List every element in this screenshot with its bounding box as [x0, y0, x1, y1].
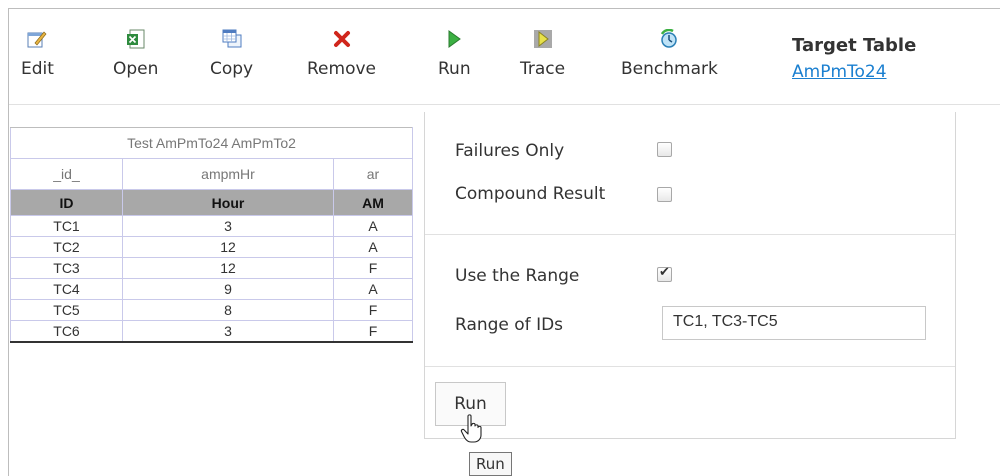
- column-header: ID: [10, 189, 123, 216]
- run-toolbar-button[interactable]: Run: [438, 29, 471, 79]
- table-row: TC1 3 A: [10, 215, 413, 237]
- run-tooltip: Run: [469, 452, 512, 476]
- table-cell: A: [333, 278, 413, 300]
- column-header: AM: [333, 189, 413, 216]
- column-header: Hour: [122, 189, 334, 216]
- run-label: Run: [438, 59, 471, 79]
- header-row: ID Hour AM: [10, 189, 413, 216]
- panel-divider: [425, 234, 955, 235]
- range-ids-label: Range of IDs: [455, 315, 564, 335]
- table-cell: F: [333, 257, 413, 279]
- excel-icon: [126, 29, 145, 49]
- benchmark-button[interactable]: Benchmark: [621, 29, 718, 79]
- table-cell: 8: [122, 299, 334, 321]
- table-caption: Test AmPmTo24 AmPmTo2: [10, 127, 413, 159]
- test-table: Test AmPmTo24 AmPmTo2 _id_ ampmHr ar ID …: [10, 127, 413, 343]
- table-cell: TC2: [10, 236, 123, 258]
- hand-cursor-icon: [460, 414, 482, 443]
- copy-label: Copy: [210, 59, 254, 79]
- table-cell: TC3: [10, 257, 123, 279]
- failures-only-label: Failures Only: [455, 141, 565, 161]
- run-options-panel: Failures Only Compound Result Use the Ra…: [424, 112, 956, 439]
- remove-button[interactable]: Remove: [307, 29, 376, 79]
- table-caption-row: Test AmPmTo24 AmPmTo2: [10, 127, 413, 159]
- field-names-row: _id_ ampmHr ar: [10, 158, 413, 190]
- remove-label: Remove: [307, 59, 376, 79]
- trace-button[interactable]: Trace: [520, 29, 565, 79]
- field-name: _id_: [10, 158, 123, 190]
- copy-table-icon: [222, 29, 242, 48]
- checkmark-icon: ✔: [659, 265, 670, 280]
- panel-divider: [425, 366, 955, 367]
- edit-button[interactable]: Edit: [21, 29, 54, 79]
- use-range-label: Use the Range: [455, 266, 580, 286]
- range-ids-input[interactable]: TC1, TC3-TC5: [662, 306, 926, 340]
- table-cell: TC5: [10, 299, 123, 321]
- use-range-checkbox[interactable]: ✔: [657, 265, 672, 282]
- table-row: TC2 12 A: [10, 236, 413, 258]
- table-cell: F: [333, 320, 413, 343]
- target-table: Target Table AmPmTo24: [792, 35, 916, 82]
- table-cell: A: [333, 236, 413, 258]
- table-cell: 3: [122, 320, 334, 343]
- failures-only-checkbox[interactable]: [657, 142, 672, 157]
- remove-x-icon: [333, 31, 350, 47]
- trace-label: Trace: [520, 59, 566, 79]
- field-name: ar: [333, 158, 413, 190]
- table-cell: TC4: [10, 278, 123, 300]
- table-cell: A: [333, 215, 413, 237]
- compound-result-label: Compound Result: [455, 184, 606, 204]
- open-button[interactable]: Open: [113, 29, 158, 79]
- table-cell: F: [333, 299, 413, 321]
- target-table-title: Target Table: [792, 35, 917, 56]
- table-cell: 9: [122, 278, 334, 300]
- target-table-link[interactable]: AmPmTo24: [792, 62, 916, 82]
- toolbar: Edit Open Copy Remove Run Trace Benchmar…: [9, 9, 1000, 105]
- table-row: TC5 8 F: [10, 299, 413, 321]
- trace-icon: [533, 30, 552, 48]
- edit-label: Edit: [21, 59, 54, 79]
- run-triangle-icon: [448, 30, 462, 48]
- copy-button[interactable]: Copy: [210, 29, 253, 79]
- field-name: ampmHr: [122, 158, 334, 190]
- open-label: Open: [113, 59, 159, 79]
- table-cell: TC1: [10, 215, 123, 237]
- table-cell: TC6: [10, 320, 123, 343]
- table-row: TC4 9 A: [10, 278, 413, 300]
- edit-icon: [27, 31, 47, 48]
- table-cell: 12: [122, 236, 334, 258]
- table-cell: 3: [122, 215, 334, 237]
- table-cell: 12: [122, 257, 334, 279]
- benchmark-icon: [661, 29, 678, 48]
- benchmark-label: Benchmark: [621, 59, 718, 79]
- table-row: TC3 12 F: [10, 257, 413, 279]
- compound-result-checkbox[interactable]: [657, 187, 672, 202]
- table-row: TC6 3 F: [10, 320, 413, 343]
